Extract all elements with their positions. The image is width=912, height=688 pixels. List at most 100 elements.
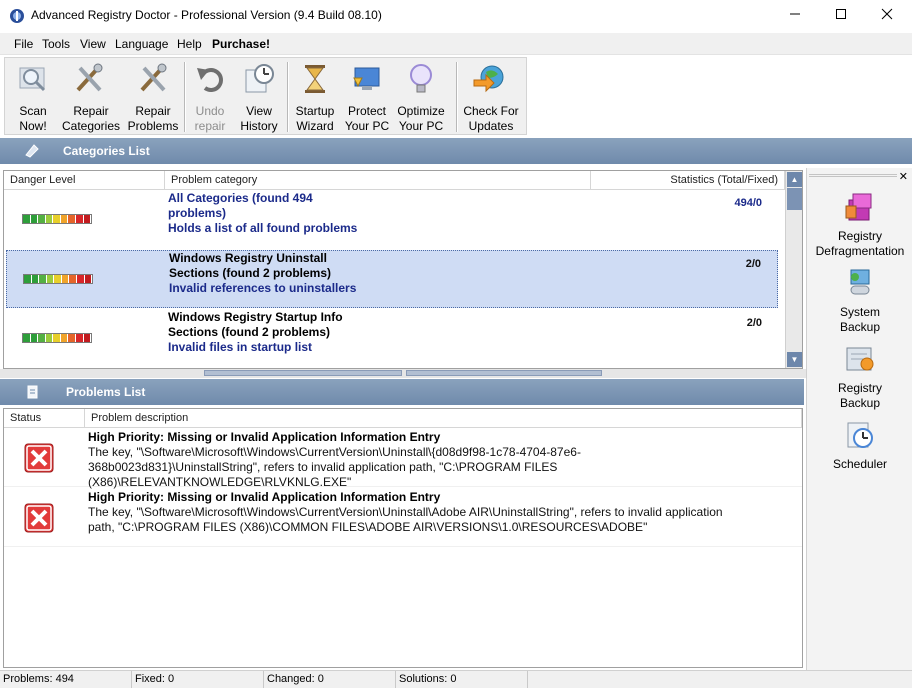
column-danger-level[interactable]: Danger Level xyxy=(4,171,165,190)
category-row-startup[interactable]: Windows Registry Startup Info Sections (… xyxy=(6,310,778,368)
close-button[interactable] xyxy=(864,0,910,32)
close-icon xyxy=(881,8,893,20)
meter-segment xyxy=(84,275,93,283)
meter-segment xyxy=(23,334,31,342)
categories-panel-icon xyxy=(25,144,39,158)
problem-title: High Priority: Missing or Invalid Applic… xyxy=(88,430,441,444)
meter-segment xyxy=(69,275,77,283)
category-stats: 494/0 xyxy=(734,197,762,209)
view-history-label-1: View xyxy=(246,104,272,118)
category-title: Windows Registry Startup Info Sections (… xyxy=(168,310,343,339)
system-backup-label-1: System xyxy=(839,305,880,319)
menu-bar: File Tools View Language Help Purchase! xyxy=(0,33,912,55)
meter-segment xyxy=(24,275,32,283)
column-problem-category[interactable]: Problem category xyxy=(165,171,591,190)
tools-icon xyxy=(76,63,103,92)
problem-row[interactable]: High Priority: Missing or Invalid Applic… xyxy=(4,429,802,489)
status-bar: Problems: 494 Fixed: 0 Changed: 0 Soluti… xyxy=(0,670,912,688)
menu-view[interactable]: View xyxy=(80,37,106,51)
splitter-grip[interactable] xyxy=(204,370,402,376)
status-changed: Changed: 0 xyxy=(264,671,396,688)
startup-wizard-label-2: Wizard xyxy=(296,119,334,133)
meter-segment xyxy=(75,215,84,223)
check-for-updates-button[interactable]: Check For Updates xyxy=(461,60,521,134)
status-problems: Problems: 494 xyxy=(0,671,132,688)
categories-panel-title: Categories List xyxy=(63,144,150,158)
repair-categories-label-2: Categories xyxy=(61,119,121,133)
scheduler-icon xyxy=(847,422,873,448)
system-backup-label-2: Backup xyxy=(839,320,881,334)
scheduler-button[interactable]: Scheduler xyxy=(807,418,912,474)
view-history-button[interactable]: View History xyxy=(231,60,287,134)
sidebar-close-icon[interactable]: ✕ xyxy=(899,170,908,183)
category-row-all[interactable]: All Categories (found 494 problems) Hold… xyxy=(6,191,778,249)
protect-your-pc-label-2: Your PC xyxy=(344,119,390,133)
column-status[interactable]: Status xyxy=(4,409,85,428)
repair-categories-label-1: Repair xyxy=(73,104,109,118)
problems-list: Status Problem description High Priority… xyxy=(3,408,803,668)
splitter-grip[interactable] xyxy=(406,370,602,376)
meter-segment xyxy=(53,334,61,342)
protect-your-pc-button[interactable]: Protect Your PC xyxy=(339,60,395,134)
optimize-your-pc-button[interactable]: Optimize Your PC xyxy=(393,60,449,134)
tools-icon xyxy=(140,63,167,92)
panel-splitter[interactable] xyxy=(0,369,806,378)
registry-backup-button[interactable]: Registry Backup xyxy=(807,342,912,412)
problems-panel-icon xyxy=(27,385,38,399)
category-row-uninstall[interactable]: Windows Registry Uninstall Sections (fou… xyxy=(6,250,778,308)
registry-defrag-label-2: Defragmentation xyxy=(815,244,905,258)
scheduler-label: Scheduler xyxy=(832,457,888,471)
category-title: All Categories (found 494 problems) xyxy=(168,191,313,220)
window-title: Advanced Registry Doctor - Professional … xyxy=(31,8,382,22)
registry-defrag-label-1: Registry xyxy=(837,229,882,243)
scroll-up-button[interactable]: ▲ xyxy=(787,172,802,187)
menu-language[interactable]: Language xyxy=(115,37,168,51)
optimize-your-pc-label-1: Optimize xyxy=(397,104,445,118)
undo-repair-button[interactable]: Undo repair xyxy=(182,60,238,134)
registry-defragmentation-button[interactable]: Registry Defragmentation xyxy=(807,190,912,260)
undo-repair-label-2: repair xyxy=(194,119,226,133)
registry-backup-label-2: Backup xyxy=(839,396,881,410)
toolbar-separator xyxy=(456,62,458,132)
maximize-button[interactable] xyxy=(818,0,864,32)
menu-help[interactable]: Help xyxy=(177,37,202,51)
meter-segment xyxy=(61,275,70,283)
meter-segment xyxy=(60,215,69,223)
problem-description: The key, "\Software\Microsoft\Windows\Cu… xyxy=(88,445,581,489)
column-problem-description[interactable]: Problem description xyxy=(85,409,802,428)
minimize-button[interactable] xyxy=(772,0,818,32)
category-description: Invalid references to uninstallers xyxy=(169,281,357,295)
main-toolbar: Scan Now! Repair Categories Repair Problems… xyxy=(4,57,527,135)
scroll-down-button[interactable]: ▼ xyxy=(787,352,802,367)
app-logo-icon xyxy=(10,9,24,23)
magnifier-icon xyxy=(19,67,46,92)
meter-segment xyxy=(39,275,47,283)
meter-segment xyxy=(30,334,39,342)
scan-now-button[interactable]: Scan Now! xyxy=(5,60,61,134)
menu-file[interactable]: File xyxy=(14,37,33,51)
repair-problems-button[interactable]: Repair Problems xyxy=(125,60,181,134)
meter-segment xyxy=(83,215,92,223)
meter-segment xyxy=(23,215,31,223)
startup-wizard-label-1: Startup xyxy=(295,104,335,118)
category-description: Invalid files in startup list xyxy=(168,340,313,354)
menu-tools[interactable]: Tools xyxy=(42,37,70,51)
menu-purchase[interactable]: Purchase! xyxy=(212,37,270,51)
problem-row[interactable]: High Priority: Missing or Invalid Applic… xyxy=(4,489,802,547)
scroll-thumb[interactable] xyxy=(787,188,802,210)
categories-list: Danger Level Problem category Statistics… xyxy=(3,170,803,369)
categories-scrollbar[interactable]: ▲ ▼ xyxy=(785,171,802,368)
meter-segment xyxy=(60,334,69,342)
monitor-shield-icon xyxy=(353,67,380,90)
protect-your-pc-label-1: Protect xyxy=(347,104,386,118)
system-backup-button[interactable]: System Backup xyxy=(807,266,912,336)
error-x-icon xyxy=(24,503,54,533)
column-statistics[interactable]: Statistics (Total/Fixed) xyxy=(591,171,785,190)
hourglass-icon xyxy=(305,65,325,93)
meter-segment xyxy=(76,275,85,283)
status-fixed: Fixed: 0 xyxy=(132,671,264,688)
repair-categories-button[interactable]: Repair Categories xyxy=(61,60,121,134)
history-icon xyxy=(245,64,274,93)
startup-wizard-button[interactable]: Startup Wizard xyxy=(287,60,343,134)
meter-segment xyxy=(31,275,40,283)
